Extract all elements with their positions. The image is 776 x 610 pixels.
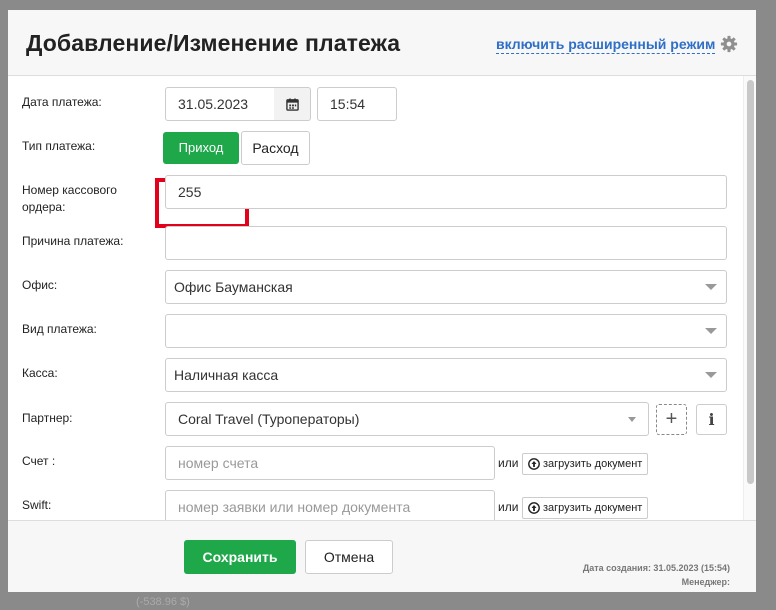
chevron-down-icon [705,328,717,334]
add-partner-button[interactable]: + [656,404,687,435]
payment-kind-label: Вид платежа: [22,322,97,336]
office-label: Офис: [22,278,58,292]
income-button[interactable]: Приход [163,132,239,164]
chevron-down-icon [705,284,717,290]
upload-icon [528,458,540,470]
office-value: Офис Бауманская [174,279,293,295]
cancel-button[interactable]: Отмена [305,540,393,574]
swift-or-text: или [498,500,519,514]
chevron-down-icon [628,417,636,422]
plus-icon: + [665,408,678,430]
manager-label: Менеджер: [681,577,730,587]
account-upload-button[interactable]: загрузить документ [522,453,649,475]
account-label: Счет : [22,454,56,468]
account-input[interactable]: номер счета [165,446,495,480]
chevron-down-icon [705,372,717,378]
partner-label: Партнер: [22,411,73,425]
backdrop-amount: (-538.96 $) [136,596,190,608]
calendar-icon [286,98,299,111]
partner-value: Coral Travel (Туроператоры) [178,411,360,427]
scrollbar-thumb[interactable] [747,80,754,484]
account-or-text: или [498,456,519,470]
scrollbar[interactable] [743,76,756,520]
info-icon: i [708,410,715,429]
save-button[interactable]: Сохранить [184,540,296,574]
partner-info-button[interactable]: i [696,404,727,435]
date-input[interactable]: 31.05.2023 [165,87,275,121]
reason-label: Причина платежа: [22,234,124,248]
partner-select[interactable]: Coral Travel (Туроператоры) [165,402,649,436]
upload-icon [528,502,540,514]
modal-body: Дата платежа: 31.05.2023 15:54 Тип плате… [8,76,756,520]
payment-type-label: Тип платежа: [22,139,96,153]
date-label: Дата платежа: [22,95,102,109]
order-number-label: Номер кассового ордера: [22,183,117,214]
order-number-input[interactable]: 255 [165,175,727,209]
expense-button[interactable]: Расход [241,131,310,165]
swift-upload-label: загрузить документ [543,502,643,514]
advanced-mode-link[interactable]: включить расширенный режим [496,36,716,54]
cashbox-select[interactable]: Наличная касса [165,358,727,392]
swift-label: Swift: [22,498,52,512]
office-select[interactable]: Офис Бауманская [165,270,727,304]
time-input[interactable]: 15:54 [317,87,397,121]
swift-input[interactable]: номер заявки или номер документа [165,490,495,520]
gear-icon[interactable] [720,35,738,53]
modal-footer: Сохранить Отмена Дата создания: 31.05.20… [8,520,756,592]
payment-kind-select[interactable] [165,314,727,348]
reason-input[interactable] [165,226,727,260]
created-date: Дата создания: 31.05.2023 (15:54) [582,563,730,573]
cashbox-label: Касса: [22,366,58,380]
cashbox-value: Наличная касса [174,367,279,383]
account-upload-label: загрузить документ [543,458,643,470]
modal-title: Добавление/Изменение платежа [26,30,401,56]
swift-upload-button[interactable]: загрузить документ [522,497,649,519]
calendar-button[interactable] [274,87,311,121]
payment-modal: Добавление/Изменение платежа включить ра… [8,10,756,592]
modal-header: Добавление/Изменение платежа включить ра… [8,10,756,76]
